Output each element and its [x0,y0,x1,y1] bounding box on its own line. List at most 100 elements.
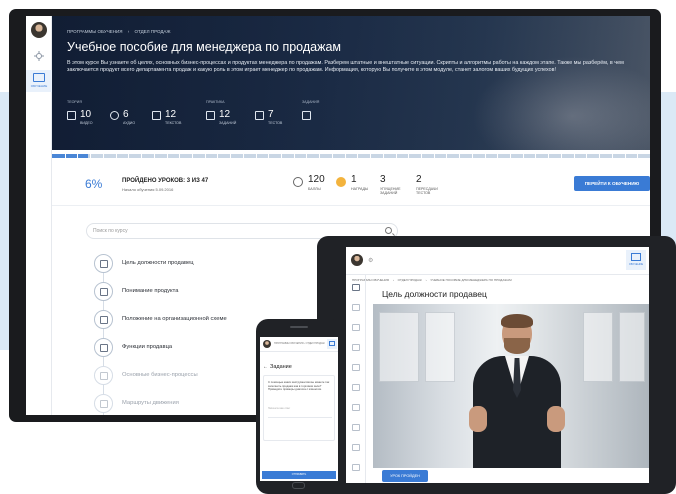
task-text: С помощью каких инструментов вы можете т… [268,380,330,392]
lesson-title[interactable]: Положение на организационной схеме [122,316,227,322]
breadcrumb-separator: › [392,278,394,282]
settings-icon[interactable]: ⚙ [368,257,373,264]
page-title: Учебное пособие для менеджера по продажа… [67,40,342,54]
task-title[interactable]: Задание [263,364,292,370]
sidebar: ОБУЧЕНИЕ [26,16,52,415]
video-icon [94,254,113,273]
search-input[interactable]: Поиск по курсу [93,228,128,234]
kpi-label: УПУЩЕНИЕ ЗАДАНИЙ [380,187,401,195]
breadcrumb: ПРОГРАММЫ ОБУЧЕНИЯ › ОТДЕЛ ПРОДАЖ [67,29,175,34]
progress-segment [204,154,206,158]
lesson-nav-icon[interactable] [352,284,360,291]
lesson-nav-icon[interactable] [352,424,360,431]
sidebar-item-label: ОБУЧЕНИЕ [628,263,644,266]
start-learning-button[interactable]: ПЕРЕЙТИ К ОБУЧЕНИЮ [574,176,650,191]
progress-segment [115,154,117,158]
progress-segment [420,154,422,158]
progress-segment [166,154,168,158]
book-icon [631,253,641,261]
progress-segment [331,154,333,158]
lesson-nav-icon[interactable] [352,464,360,471]
progress-segment [446,154,448,158]
breadcrumb-item[interactable]: ПРОГРАММЫ ОБУЧЕНИЯ [67,29,122,34]
points-icon [293,177,303,187]
sidebar-item-learning[interactable]: ОБУЧЕНИЕ [626,250,646,270]
presenter-image [467,314,567,468]
search-icon[interactable] [385,227,392,234]
award-icon [336,177,346,187]
lesson-complete-button[interactable]: УРОК ПРОЙДЕН [382,470,428,482]
progress-segment [497,154,499,158]
progress-segment [141,154,143,158]
avatar[interactable] [351,254,363,266]
audio-icon [110,111,119,120]
progress-segment [306,154,308,158]
course-description: В этом курсе Вы узнаете об целях, основн… [67,60,624,73]
progress-segment [637,154,639,158]
lesson-nav-icon[interactable] [352,344,360,351]
lesson-nav-icon[interactable] [352,324,360,331]
phone-device: ПРОГРАММЫ ОБУЧЕНИЯ › ОТДЕЛ ПРОДАЖ Задани… [256,319,342,494]
progress-segment [611,154,613,158]
stat-value: 6 [123,109,129,120]
settings-icon[interactable] [33,48,45,61]
tablet-header: ⚙ ОБУЧЕНИЕ [346,247,649,275]
progress-segment [230,154,232,158]
progress-segment [242,154,244,158]
lesson-video[interactable] [373,304,649,468]
course-hero: ПРОГРАММЫ ОБУЧЕНИЯ › ОТДЕЛ ПРОДАЖ Учебно… [52,16,650,150]
lesson-nav-icon[interactable] [352,444,360,451]
course-progress-fill [52,154,88,158]
lesson-nav-icon[interactable] [352,364,360,371]
stat-value: 10 [80,109,92,120]
task-card: С помощью каких инструментов вы можете т… [263,375,335,441]
kpi-label: НАГРАДЫ [351,187,369,191]
hero-overlay [52,16,650,150]
submit-button[interactable]: ОТПРАВИТЬ [262,471,336,479]
lesson-nav-icon[interactable] [352,384,360,391]
lesson-nav-icon[interactable] [352,404,360,411]
lesson-nav-icon[interactable] [352,304,360,311]
progress-segment [624,154,626,158]
question-icon [94,282,113,301]
progress-segment [573,154,575,158]
start-date: Начало обучения 5.09.2016 [122,187,174,192]
question-icon [94,394,113,413]
assignment-icon [302,111,311,120]
lesson-title[interactable]: Цель должности продавец [122,260,194,266]
breadcrumb[interactable]: ПРОГРАММЫ ОБУЧЕНИЯ › ОТДЕЛ ПРОДАЖ [274,342,325,345]
progress-segment [255,154,257,158]
stat-label: АУДИО [123,121,136,125]
lesson-title[interactable]: Понимание продукта [122,288,178,294]
menu-icon[interactable] [327,339,337,349]
breadcrumb-item[interactable]: ОТДЕЛ ПРОДАЖ [398,278,422,282]
progress-segment [281,154,283,158]
list-icon [94,338,113,357]
lesson-title: Цель должности продавец [382,289,487,299]
breadcrumb-item[interactable]: ОТДЕЛ ПРОДАЖ [134,29,170,34]
breadcrumb: ПРОГРАММЫ ОБУЧЕНИЯ › ОТДЕЛ ПРОДАЖ › УЧЕБ… [352,278,515,282]
test-icon [255,111,264,120]
stat-label: ТЕКСТОВ [165,121,182,125]
lessons-passed: ПРОЙДЕНО УРОКОВ: 3 ИЗ 47 [122,178,209,184]
stat-category-theory: ТЕОРИЯ [67,100,82,104]
answer-input[interactable]: Напишите ваш ответ [268,408,332,418]
progress-segment [268,154,270,158]
breadcrumb-item[interactable]: УЧЕБНОЕ ПОСОБИЕ ДЛЯ МЕНЕДЖЕРА ПО ПРОДАЖА… [430,278,511,282]
progress-segment [344,154,346,158]
sidebar-item-label: ОБУЧЕНИЕ [30,84,48,88]
progress-segment [471,154,473,158]
progress-segment [408,154,410,158]
avatar[interactable] [263,340,271,348]
progress-segment [77,154,79,158]
sidebar-item-learning[interactable]: ОБУЧЕНИЕ [26,70,52,92]
stat-label: ТЕСТОВ [268,121,283,125]
course-progress-bar [52,154,650,158]
progress-segment [319,154,321,158]
avatar[interactable] [31,22,47,38]
phone-header: ПРОГРАММЫ ОБУЧЕНИЯ › ОТДЕЛ ПРОДАЖ [260,337,338,352]
stat-value: 12 [219,109,231,120]
stat-category-tasks: ЗАДАНИЯ [302,100,320,104]
progress-segment [191,154,193,158]
lesson-title[interactable]: Функции продавца [122,344,172,350]
